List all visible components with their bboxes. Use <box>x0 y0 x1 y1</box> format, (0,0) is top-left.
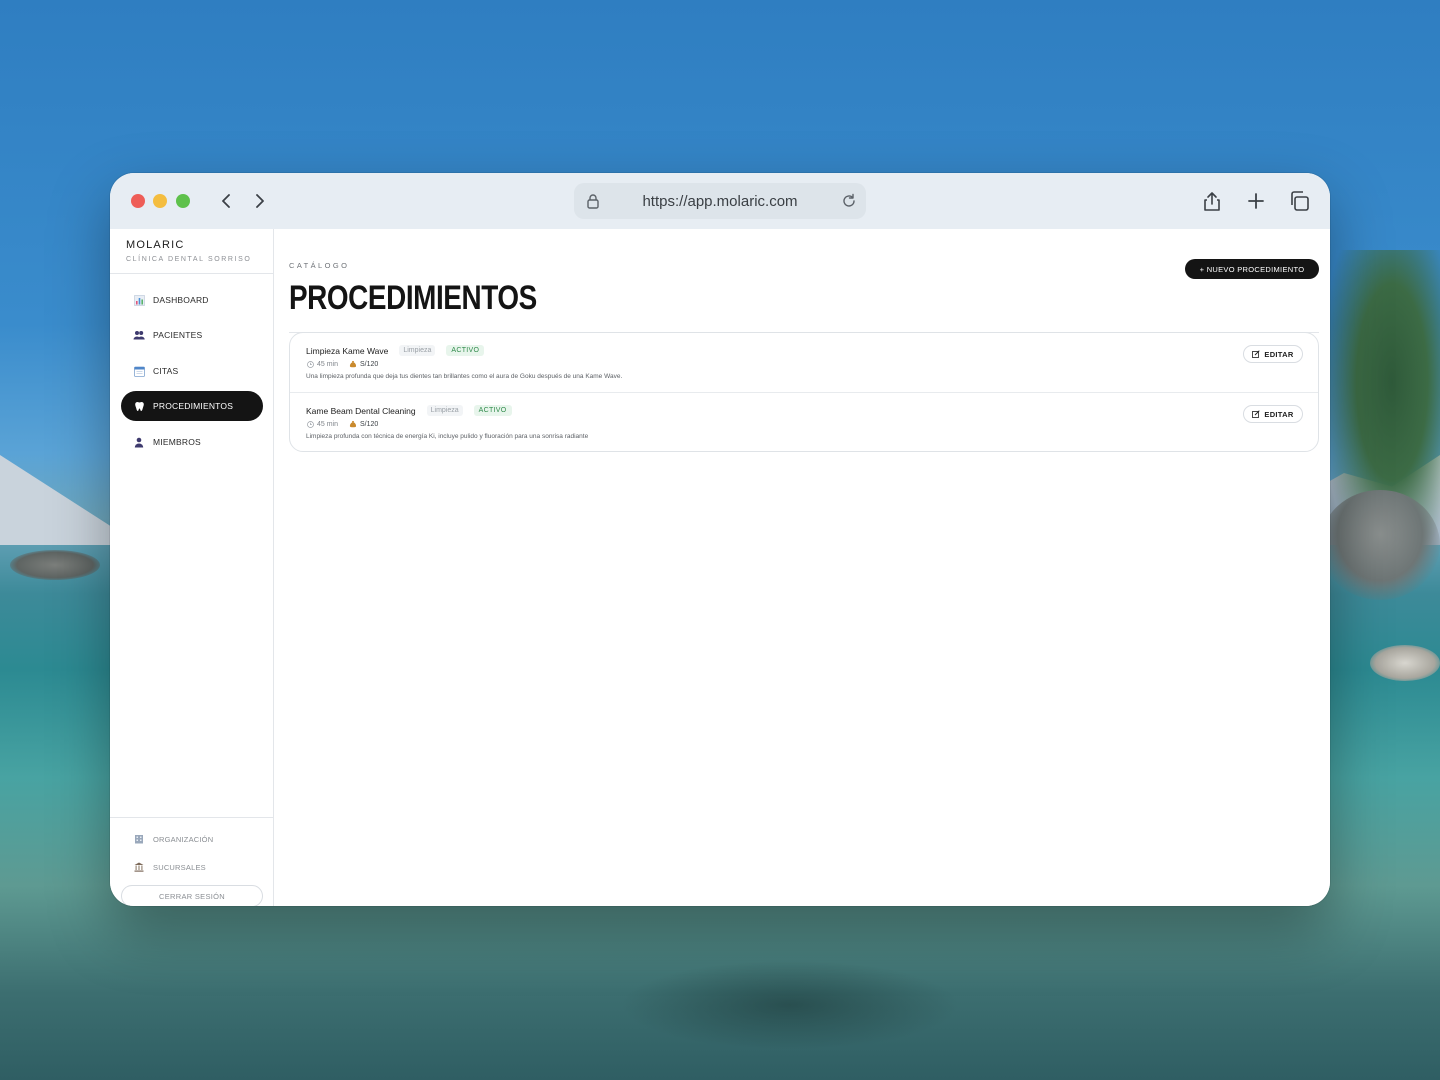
chevron-right-icon <box>256 194 264 208</box>
person-icon <box>132 435 146 449</box>
chevron-left-icon <box>222 194 230 208</box>
minimize-window-button[interactable] <box>153 194 167 208</box>
procedure-header: Kame Beam Dental Cleaning Limpieza ACTIV… <box>306 405 512 416</box>
sidebar-item-label: CITAS <box>153 366 179 376</box>
reload-icon[interactable] <box>840 192 858 210</box>
sidebar-item-miembros[interactable]: MIEMBROS <box>121 427 263 457</box>
sidebar-item-organizacion[interactable]: ORGANIZACIÓN <box>121 828 263 850</box>
edit-label: EDITAR <box>1264 409 1294 419</box>
list-item: Kame Beam Dental Cleaning Limpieza ACTIV… <box>290 392 1318 451</box>
new-tab-icon[interactable] <box>1244 189 1268 213</box>
procedure-price: S/120 <box>360 360 379 368</box>
procedure-description: Limpieza profunda con técnica de energía… <box>306 433 589 440</box>
page-title: PROCEDIMIENTOS <box>289 279 537 317</box>
procedure-duration: 45 min <box>317 360 339 368</box>
sidebar-item-sucursales[interactable]: SUCURSALES <box>121 856 263 878</box>
brand-name: MOLARIC <box>126 239 185 251</box>
edit-button[interactable]: EDITAR <box>1243 345 1303 363</box>
clock-icon <box>306 360 314 368</box>
sidebar: MOLARIC CLÍNICA DENTAL SORRISO DASHBOARD… <box>110 229 274 906</box>
bank-icon <box>132 860 146 874</box>
zoom-window-button[interactable] <box>176 194 190 208</box>
status-badge: ACTIVO <box>473 405 512 416</box>
clock-icon <box>306 420 314 428</box>
category-badge: Limpieza <box>426 405 463 416</box>
share-icon[interactable] <box>1200 189 1224 213</box>
category-badge: Limpieza <box>399 345 436 356</box>
brand: MOLARIC CLÍNICA DENTAL SORRISO <box>126 239 251 263</box>
tooth-icon <box>132 399 146 413</box>
procedures-list: Limpieza Kame Wave Limpieza ACTIVO 45 mi… <box>289 332 1319 452</box>
edit-button[interactable]: EDITAR <box>1243 405 1303 423</box>
address-bar[interactable]: https://app.molaric.com <box>574 183 866 219</box>
sidebar-item-citas[interactable]: CITAS <box>121 356 263 386</box>
main-content: CATÁLOGO PROCEDIMIENTOS + NUEVO PROCEDIM… <box>275 229 1330 906</box>
sidebar-item-label: PROCEDIMIENTOS <box>153 401 234 411</box>
procedure-price-group: S/120 <box>349 420 378 428</box>
sidebar-item-label: SUCURSALES <box>153 862 206 872</box>
tabs-overview-icon[interactable] <box>1287 189 1311 213</box>
procedure-header: Limpieza Kame Wave Limpieza ACTIVO <box>306 345 485 356</box>
close-window-button[interactable] <box>131 194 145 208</box>
procedure-price-group: S/120 <box>349 360 378 368</box>
procedure-duration: 45 min <box>317 420 339 428</box>
page-eyebrow: CATÁLOGO <box>289 261 350 270</box>
sidebar-item-pacientes[interactable]: PACIENTES <box>121 320 263 350</box>
back-button[interactable] <box>215 189 239 213</box>
divider <box>110 273 274 274</box>
sidebar-item-procedimientos[interactable]: PROCEDIMIENTOS <box>121 391 263 421</box>
sidebar-item-label: DASHBOARD <box>153 295 209 305</box>
new-procedure-button[interactable]: + NUEVO PROCEDIMIENTO <box>1185 259 1319 279</box>
edit-icon <box>1252 350 1261 358</box>
procedure-name: Kame Beam Dental Cleaning <box>306 405 416 416</box>
background-rock <box>1370 645 1440 681</box>
procedure-meta: 45 min S/120 <box>306 360 378 368</box>
divider <box>110 817 274 818</box>
forward-button[interactable] <box>247 189 271 213</box>
brand-subtitle: CLÍNICA DENTAL SORRISO <box>126 256 252 263</box>
sidebar-item-label: ORGANIZACIÓN <box>153 834 214 844</box>
logout-button[interactable]: CERRAR SESIÓN <box>121 885 263 906</box>
procedure-name: Limpieza Kame Wave <box>306 345 389 356</box>
url-text[interactable]: https://app.molaric.com <box>574 193 866 210</box>
money-bag-icon <box>349 360 357 368</box>
bar-chart-icon <box>132 293 146 307</box>
procedure-price: S/120 <box>360 420 379 428</box>
procedure-description: Una limpieza profunda que deja tus dient… <box>306 373 623 380</box>
background-water-shadow <box>620 960 960 1050</box>
money-bag-icon <box>349 420 357 428</box>
sidebar-item-dashboard[interactable]: DASHBOARD <box>121 285 263 315</box>
edit-label: EDITAR <box>1264 349 1294 359</box>
status-badge: ACTIVO <box>446 345 485 356</box>
people-icon <box>132 328 146 342</box>
browser-toolbar: https://app.molaric.com <box>110 173 1330 229</box>
sidebar-item-label: PACIENTES <box>153 330 203 340</box>
background-rock <box>1320 490 1440 600</box>
edit-icon <box>1252 410 1261 418</box>
sidebar-item-label: MIEMBROS <box>153 437 201 447</box>
list-item: Limpieza Kame Wave Limpieza ACTIVO 45 mi… <box>290 333 1318 392</box>
background-rock <box>10 550 100 580</box>
procedure-meta: 45 min S/120 <box>306 420 378 428</box>
browser-window: https://app.molaric.com MOLARIC CLÍNICA … <box>110 173 1330 906</box>
building-icon <box>132 832 146 846</box>
calendar-icon <box>132 364 146 378</box>
